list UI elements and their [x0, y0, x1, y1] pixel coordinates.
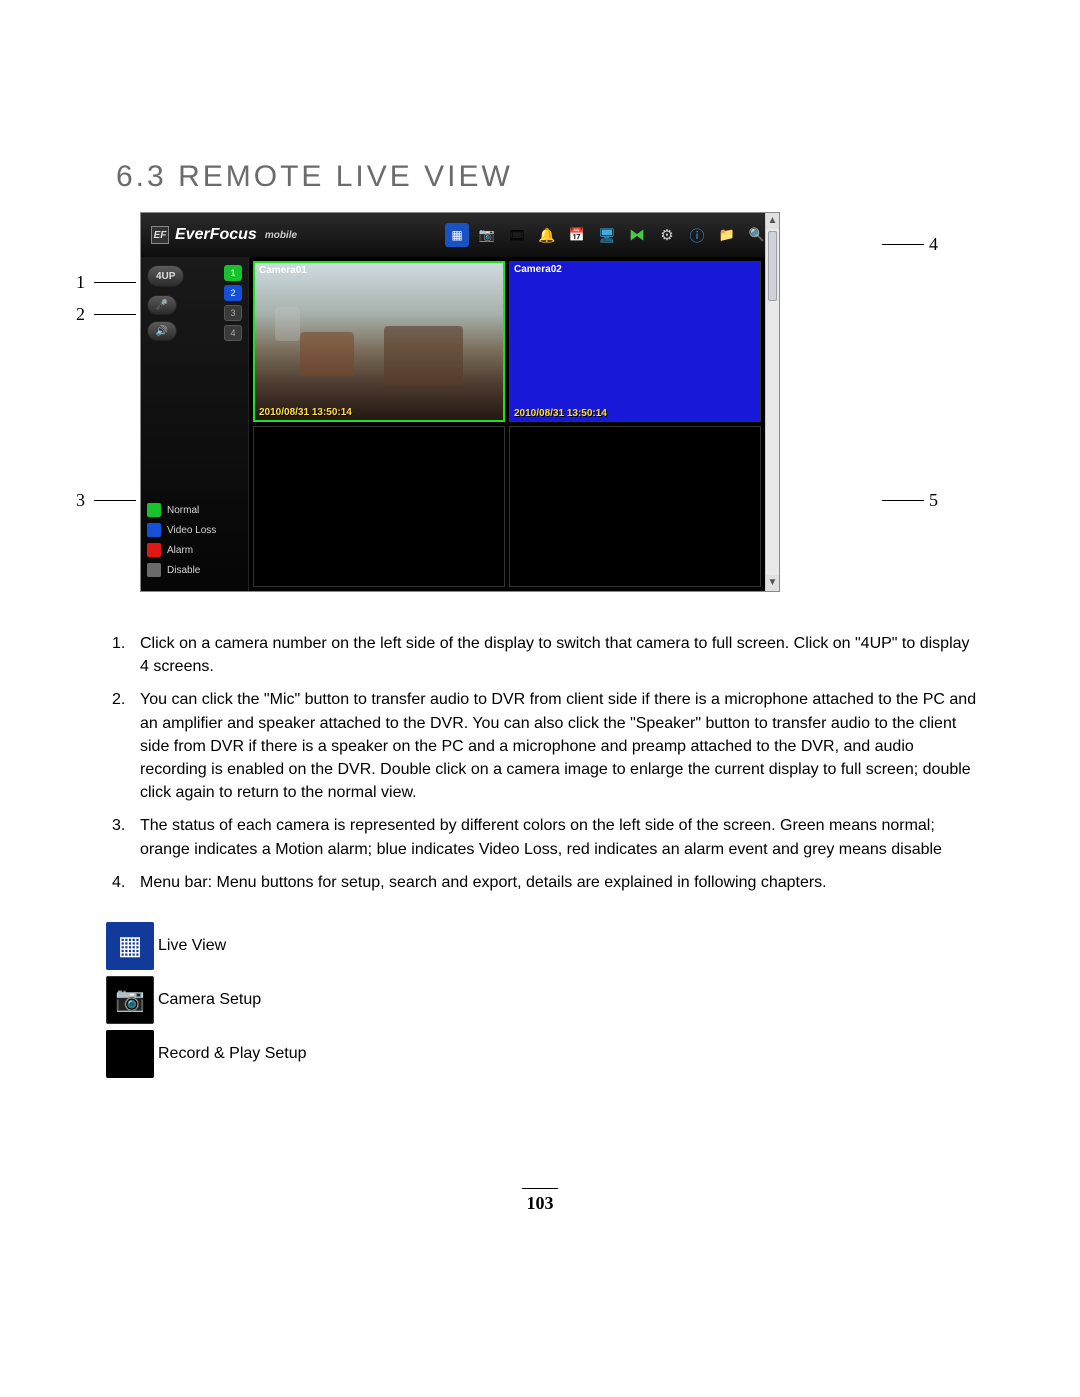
status-legend: Normal Video Loss Alarm Disable: [147, 503, 242, 577]
callout-2: 2: [76, 304, 85, 325]
section-title-text: REMOTE LIVE VIEW: [178, 160, 513, 193]
export-icon[interactable]: [715, 223, 739, 247]
icon-definitions: Live View Camera Setup Record & Play Set…: [106, 922, 980, 1078]
section-number: 6.3: [116, 160, 167, 193]
settings-icon[interactable]: [655, 223, 679, 247]
alarm-icon[interactable]: [535, 223, 559, 247]
description-list: Click on a camera number on the left sid…: [100, 632, 980, 894]
list-item: You can click the "Mic" button to transf…: [106, 688, 980, 804]
list-item: Click on a camera number on the left sid…: [106, 632, 980, 678]
camera-2-timestamp: 2010/08/31 13:50:14: [514, 408, 607, 419]
camera-tile-4[interactable]: [509, 426, 761, 587]
info-icon[interactable]: [685, 223, 709, 247]
callout-5: 5: [929, 490, 938, 511]
icon-def-record-play: Record & Play Setup: [106, 1030, 980, 1078]
channel-3-button[interactable]: 3: [224, 305, 242, 321]
channel-1-button[interactable]: 1: [224, 265, 242, 281]
menu-bar: [445, 223, 769, 247]
dvr-app-window: EF EverFocus mobile: [140, 212, 780, 592]
legend-disable: Disable: [147, 563, 242, 577]
vertical-scrollbar[interactable]: ▲ ▼: [765, 213, 779, 591]
camera-1-timestamp: 2010/08/31 13:50:14: [259, 407, 352, 418]
icon-def-live-view: Live View: [106, 922, 980, 970]
record-play-icon: [106, 1030, 154, 1078]
sidebar: 4UP 🎤 🔊 1 2 3 4 Normal Video Loss Alarm: [141, 257, 249, 591]
brand-logo-icon: EF: [151, 226, 169, 244]
callout-3: 3: [76, 490, 85, 511]
menu-bar-keyword: Menu bar:: [140, 874, 216, 891]
scroll-down-icon[interactable]: ▼: [766, 575, 779, 591]
callout-4: 4: [929, 234, 938, 255]
camera-tile-3[interactable]: [253, 426, 505, 587]
callout-1: 1: [76, 272, 85, 293]
record-play-icon[interactable]: [505, 223, 529, 247]
camera-1-label: Camera01: [255, 263, 311, 278]
live-view-icon: [106, 922, 154, 970]
camera-setup-icon: [106, 976, 154, 1024]
list-item: The status of each camera is represented…: [106, 814, 980, 860]
scroll-thumb[interactable]: [768, 231, 777, 301]
page-number: 103: [100, 1188, 980, 1214]
brand-suffix: mobile: [265, 230, 297, 241]
camera-setup-icon[interactable]: [475, 223, 499, 247]
title-bar: EF EverFocus mobile: [141, 213, 779, 257]
scroll-up-icon[interactable]: ▲: [766, 213, 779, 229]
network-icon[interactable]: [625, 223, 649, 247]
schedule-icon[interactable]: [565, 223, 589, 247]
camera-tile-1[interactable]: Camera01 2010/08/31 13:50:14: [253, 261, 505, 422]
list-item: Menu bar: Menu buttons for setup, search…: [106, 871, 980, 894]
section-heading: 6.3 REMOTE LIVE VIEW: [116, 160, 980, 194]
channel-2-button[interactable]: 2: [224, 285, 242, 301]
legend-video-loss: Video Loss: [147, 523, 242, 537]
fourup-button[interactable]: 4UP: [147, 265, 184, 287]
brand: EF EverFocus mobile: [151, 226, 297, 244]
mic-button[interactable]: 🎤: [147, 295, 177, 315]
icon-def-label: Record & Play Setup: [158, 1045, 307, 1063]
icon-def-label: Live View: [158, 937, 226, 955]
legend-normal: Normal: [147, 503, 242, 517]
channel-4-button[interactable]: 4: [224, 325, 242, 341]
icon-def-camera-setup: Camera Setup: [106, 976, 980, 1024]
camera-2-label: Camera02: [510, 262, 566, 277]
icon-def-label: Camera Setup: [158, 991, 261, 1009]
speaker-button[interactable]: 🔊: [147, 321, 177, 341]
camera-grid: Camera01 2010/08/31 13:50:14 Camera02 20…: [249, 257, 779, 591]
annotated-screenshot: 1 2 3 4 5 EF EverFocus mobile: [140, 212, 880, 592]
live-view-icon[interactable]: [445, 223, 469, 247]
camera-tile-2[interactable]: Camera02 2010/08/31 13:50:14: [509, 261, 761, 422]
legend-alarm: Alarm: [147, 543, 242, 557]
display-icon[interactable]: [595, 223, 619, 247]
brand-name: EverFocus: [175, 226, 257, 244]
